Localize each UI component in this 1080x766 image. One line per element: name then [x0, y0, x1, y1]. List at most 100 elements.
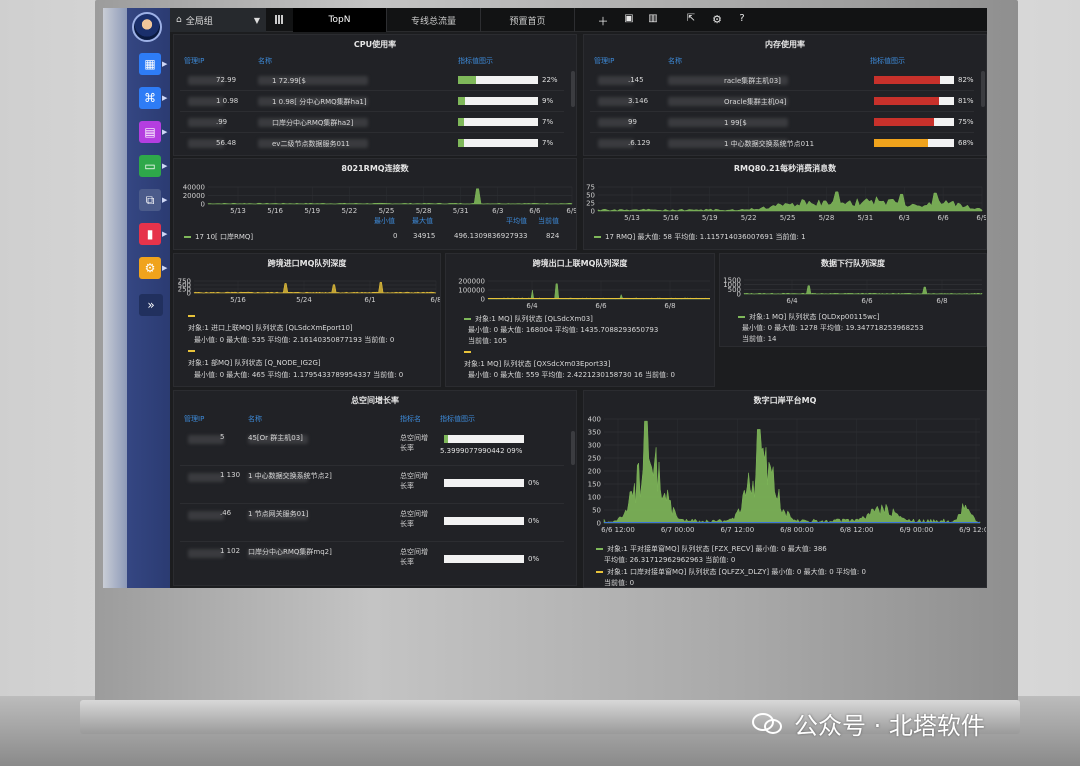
- cell-ip: 56.48: [216, 139, 237, 147]
- stat-header-avg: 平均值: [506, 217, 527, 225]
- x-tick-label: 5/22: [341, 207, 357, 215]
- plus-icon[interactable]: ＋: [596, 13, 610, 29]
- column-header[interactable]: 名称: [258, 56, 272, 66]
- legend-stats: 最小值: 0 最大值: 168004 平均值: 1435.70882936507…: [468, 326, 659, 334]
- cell-ip: 1 102: [220, 547, 241, 555]
- table-row[interactable]: 1 0.98 1 0.98[ 分中心RMQ集群ha1] 9%: [174, 90, 576, 111]
- series-area: [603, 420, 981, 524]
- platform-mq-chart: 4003503002502001501005006/6 12:00 6/7 00:…: [588, 416, 986, 535]
- table-row[interactable]: .145 racle集群主机03] 82%: [584, 69, 986, 90]
- row-divider: [590, 111, 974, 112]
- x-tick-label: 6/6: [937, 214, 949, 222]
- devices-icon[interactable]: ⧉: [139, 189, 161, 211]
- series-area: [487, 283, 711, 300]
- tab-line-traffic[interactable]: 专线总流量: [387, 8, 481, 32]
- outbound-queue-chart: 2000001000000 6/4 6/6 6/8: [458, 278, 711, 310]
- table-row[interactable]: .99 口岸分中心RMQ集群ha2] 7%: [174, 111, 576, 132]
- column-header[interactable]: 名称: [668, 56, 682, 66]
- y-tick-label: 300: [588, 442, 601, 450]
- sidebar-edge: [103, 8, 127, 588]
- topology-icon[interactable]: ⌘: [139, 87, 161, 109]
- memory-usage-panel: 内存使用率 管理IP 名称 指标值图示 .145 racle集群主机03] 82% 3…: [583, 34, 987, 156]
- cell-ip: 3.146: [628, 97, 649, 105]
- scrollbar[interactable]: [571, 71, 575, 107]
- table-row[interactable]: 56.48 ev二级节点数据服务011 7%: [174, 132, 576, 153]
- help-icon[interactable]: ?: [735, 13, 749, 24]
- table-row[interactable]: 1 102 口岸分中心RMQ集群mq2] 总空间增长率 0%: [174, 541, 576, 579]
- cell-ip: 1 130: [220, 471, 241, 479]
- column-header[interactable]: 名称: [248, 414, 262, 424]
- row-divider: [180, 503, 564, 504]
- legend-item[interactable]: 对象:1 MQ] 队列状态 [QLDxp00115wc]: [738, 312, 879, 322]
- metric-value: 5.3999077990442 09%: [440, 447, 523, 455]
- tab-topn[interactable]: TopN: [293, 8, 387, 32]
- expand-sidebar-button[interactable]: »: [139, 294, 163, 316]
- metric-bar: [444, 435, 524, 443]
- redacted-block: [188, 511, 224, 520]
- settings-icon[interactable]: ⚙: [139, 257, 161, 279]
- save-icon[interactable]: ▣: [622, 13, 636, 24]
- legend-item[interactable]: 对象:1 部MQ] 队列状态 [Q_NODE_IG2G]: [188, 358, 321, 368]
- legend-item[interactable]: 对象:1 MQ] 队列状态 [QLSdcXm03]: [464, 314, 593, 324]
- group-select[interactable]: ⌂ 全局组 ▼: [170, 8, 266, 32]
- column-header[interactable]: 管理IP: [594, 56, 614, 66]
- cell-name: ev二级节点数据服务011: [272, 140, 350, 148]
- x-tick-label: 6/3: [492, 207, 503, 215]
- cell-metric: 总空间增长率: [400, 548, 428, 566]
- table-row[interactable]: 99 1 99[$ 75%: [584, 111, 986, 132]
- legend-item[interactable]: 对象:1 口岸对接单窗MQ] 队列状态 [QLFZX_DLZY] 最小值: 0 …: [596, 567, 866, 577]
- table-row[interactable]: .6.129 1 中心数据交换系统节点011 68%: [584, 132, 986, 153]
- scrollbar[interactable]: [571, 431, 575, 465]
- tab-preset-home[interactable]: 预置首页: [481, 8, 575, 32]
- column-header[interactable]: 指标值图示: [440, 414, 475, 424]
- chevron-right-icon: ▶: [162, 230, 168, 238]
- chevron-right-icon: ▶: [162, 128, 168, 136]
- legend-item[interactable]: 17 RMQ] 最大值: 58 平均值: 1.115714036007691 当…: [594, 232, 806, 242]
- cell-ip: 72.99: [216, 76, 237, 84]
- table-row[interactable]: 5 45[Or 群主机03] 总空间增长率 5.3999077990442 09%: [174, 427, 576, 465]
- y-tick-label: 0: [201, 201, 205, 209]
- legend-item[interactable]: 17 10[ 口岸RMQ]: [184, 232, 253, 242]
- trash-icon[interactable]: ▥: [646, 13, 660, 24]
- row-divider: [180, 90, 564, 91]
- table-row[interactable]: 3.146 Oracle集群主机04] 81%: [584, 90, 986, 111]
- y-tick-label: 0: [481, 296, 485, 304]
- metric-bar: [458, 76, 538, 84]
- legend-stats: 当前值: 14: [742, 335, 777, 343]
- metric-bar: [874, 118, 954, 126]
- metric-bar: [874, 97, 954, 105]
- chevron-right-icon: ▶: [162, 94, 168, 102]
- panel-title: CPU使用率: [353, 40, 397, 49]
- watermark: 公众号 · 北塔软件: [752, 706, 985, 741]
- column-header[interactable]: 指标名: [400, 414, 421, 424]
- grid-icon[interactable]: [275, 15, 284, 24]
- legend-item[interactable]: 对象:1 MQ] 队列状态 [QXSdcXm03Eport33]: [464, 359, 610, 369]
- table-row[interactable]: 1 130 1 中心数据交换系统节点2] 总空间增长率 0%: [174, 465, 576, 503]
- column-header[interactable]: 指标值图示: [458, 56, 493, 66]
- dashboard-icon[interactable]: ▦: [139, 53, 161, 75]
- table-row[interactable]: 72.99 1 72.99[$ 22%: [174, 69, 576, 90]
- column-header[interactable]: 管理IP: [184, 414, 204, 424]
- legend-item[interactable]: 对象:1 进口上联MQ] 队列状态 [QLSdcXmEport10]: [188, 323, 353, 333]
- redacted-block: [188, 549, 224, 558]
- monitor-icon[interactable]: ▭: [139, 155, 161, 177]
- scrollbar[interactable]: [981, 71, 985, 107]
- column-header[interactable]: 管理IP: [184, 56, 204, 66]
- report-icon[interactable]: ▮: [139, 223, 161, 245]
- chevron-down-icon: ▼: [253, 15, 260, 25]
- x-tick-label: 6/8 00:00: [780, 526, 814, 534]
- cell-name: 45[Or 群主机03]: [248, 434, 303, 442]
- avatar[interactable]: [132, 12, 162, 42]
- column-header[interactable]: 指标值图示: [870, 56, 905, 66]
- app-icon[interactable]: ▤: [139, 121, 161, 143]
- external-link-icon[interactable]: ⇱: [684, 13, 698, 24]
- gear-icon[interactable]: ⚙: [710, 13, 724, 26]
- stat-header-current: 当前值: [538, 217, 559, 225]
- home-icon: ⌂: [176, 15, 182, 25]
- x-tick-label: 6/6: [595, 302, 607, 310]
- y-tick-label: 350: [588, 429, 601, 437]
- chevron-right-icon: ▶: [162, 162, 168, 170]
- metric-bar-fill: [458, 97, 466, 105]
- legend-item[interactable]: 对象:1 平对接单窗MQ] 队列状态 [FZX_RECV] 最小值: 0 最大值…: [596, 544, 827, 554]
- table-row[interactable]: .46 1 节点网关服务01] 总空间增长率 0%: [174, 503, 576, 541]
